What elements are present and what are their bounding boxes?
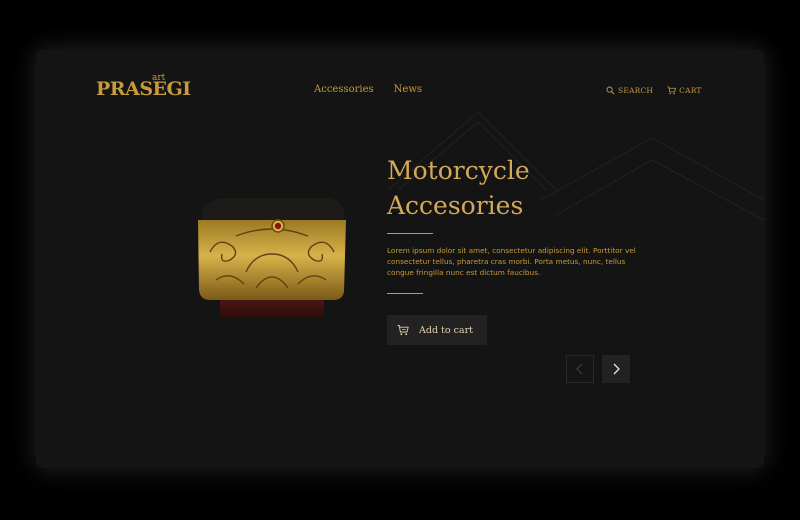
hero-card: PRASEGI art Accessories News Search Cart: [36, 50, 764, 468]
product-image: [198, 198, 346, 318]
cart-label: Cart: [679, 86, 702, 95]
brand-logo-name: PRASEGI: [96, 78, 191, 100]
hero-title-line1: Motorcycle: [387, 156, 530, 185]
brand-logo[interactable]: PRASEGI art: [96, 73, 191, 100]
search-icon: [606, 86, 615, 95]
cart-link[interactable]: Cart: [667, 86, 701, 95]
carousel-next-button[interactable]: [602, 355, 630, 383]
add-to-cart-label: Add to cart: [419, 324, 473, 336]
chevron-left-icon: [576, 363, 583, 375]
nav-item-accessories[interactable]: Accessories: [314, 84, 374, 95]
hero-title-line2: Accesories: [387, 191, 524, 220]
hero-description: Lorem ipsum dolor sit amet, consectetur …: [387, 246, 636, 277]
search-link[interactable]: Search: [606, 86, 653, 95]
search-label: Search: [618, 86, 654, 95]
add-to-cart-button[interactable]: Add to cart: [387, 315, 487, 345]
nav-item-news[interactable]: News: [394, 84, 422, 95]
chevron-right-icon: [613, 363, 620, 375]
brand-logo-suffix: art: [152, 73, 166, 83]
title-divider: [387, 233, 433, 234]
cart-icon: [397, 325, 409, 336]
utility-nav: Search Cart: [606, 86, 702, 95]
carousel-prev-button[interactable]: [566, 355, 594, 383]
cart-icon: [667, 86, 677, 95]
hero-title: Motorcycle Accesories: [387, 153, 530, 223]
description-divider: [387, 293, 423, 294]
main-nav: Accessories News: [314, 84, 422, 95]
